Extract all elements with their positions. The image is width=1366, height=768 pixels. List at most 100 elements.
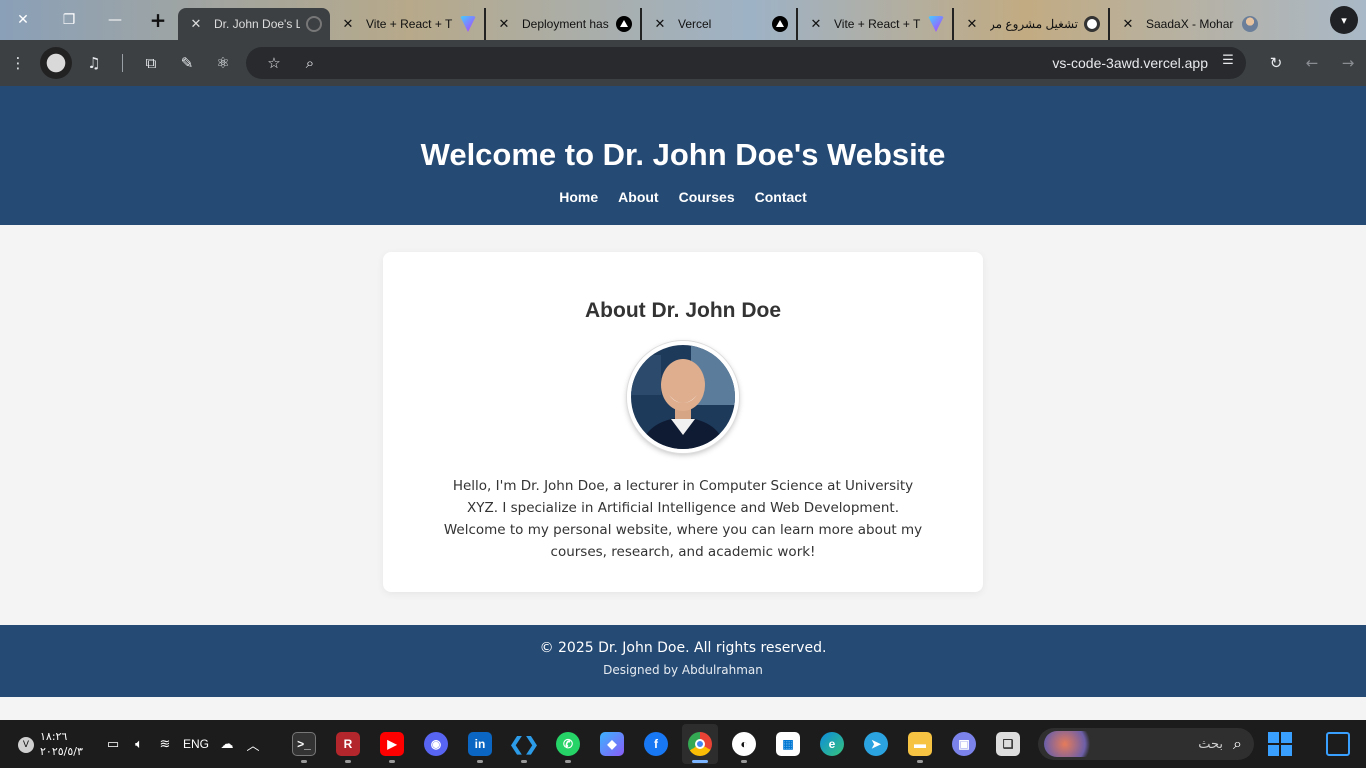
terminal-app[interactable]: >_ xyxy=(286,724,322,764)
file-explorer-app[interactable]: ▬ xyxy=(902,724,938,764)
widgets-icon[interactable] xyxy=(1326,732,1350,756)
menu-dots-icon[interactable]: ⋮ xyxy=(0,45,36,81)
tab-vite-react-2[interactable]: ✕ Vite + React + T xyxy=(798,8,954,40)
discord-app[interactable]: ◉ xyxy=(418,724,454,764)
extension-pen-icon[interactable]: ✎ xyxy=(169,45,205,81)
system-tray: ▭ 🔈︎ ≋ ENG ☁︎ ︿ xyxy=(102,735,264,754)
browser-tab-strip: ✕ ❐ — + ✕ Dr. John Doe's L ✕ Vite + Reac… xyxy=(0,0,1366,40)
nav-link-contact[interactable]: Contact xyxy=(755,189,807,205)
close-tab-icon[interactable]: ✕ xyxy=(338,16,358,32)
close-tab-icon[interactable]: ✕ xyxy=(650,16,670,32)
vite-icon xyxy=(928,16,944,32)
profile-avatar[interactable] xyxy=(40,47,72,79)
teams-app[interactable]: ▣ xyxy=(946,724,982,764)
site-header: Welcome to Dr. John Doe's Website Home A… xyxy=(0,86,1366,225)
github-app[interactable]: ◐ xyxy=(726,724,762,764)
close-window-button[interactable]: ✕ xyxy=(0,0,46,40)
tab-arabic[interactable]: ✕ تشغيل مشروع مر xyxy=(954,8,1110,40)
volume-icon[interactable]: 🔈︎ xyxy=(128,737,150,752)
about-heading: About Dr. John Doe xyxy=(585,299,781,322)
youtube-app[interactable]: ▶ xyxy=(374,724,410,764)
battery-icon[interactable]: ▭ xyxy=(102,737,124,752)
about-bio: Hello, I'm Dr. John Doe, a lecturer in C… xyxy=(443,478,923,560)
taskbar: V ١٨:٢٦ ٢٠٢٥/٥/٣ ▭ 🔈︎ ≋ ENG ☁︎ ︿ >_ R ▶ … xyxy=(0,720,1366,768)
site-nav: Home About Courses Contact xyxy=(0,189,1366,205)
tab-title: Vite + React + T xyxy=(366,17,453,31)
profile-photo xyxy=(627,341,739,453)
vercel-icon xyxy=(616,16,632,32)
winrar-app[interactable]: R xyxy=(330,724,366,764)
notification-badge: V xyxy=(18,737,34,753)
nav-link-home[interactable]: Home xyxy=(559,189,598,205)
tab-title: SaadaX - Mohar xyxy=(1146,17,1234,31)
tab-vercel[interactable]: ✕ Vercel xyxy=(642,8,798,40)
clock-time: ١٨:٢٦ xyxy=(40,730,68,743)
nav-link-about[interactable]: About xyxy=(618,189,658,205)
search-highlight-image xyxy=(1044,731,1096,757)
portrait-image xyxy=(631,345,735,449)
back-arrow-icon[interactable]: ← xyxy=(1294,45,1330,81)
onedrive-icon[interactable]: ☁︎ xyxy=(216,737,238,752)
forward-arrow-icon[interactable]: → xyxy=(1330,45,1366,81)
minimize-window-button[interactable]: — xyxy=(92,0,138,40)
whatsapp-app[interactable]: ✆ xyxy=(550,724,586,764)
tab-title: Vercel xyxy=(678,17,712,31)
linkedin-app[interactable]: in xyxy=(462,724,498,764)
tab-vite-react-1[interactable]: ✕ Vite + React + T xyxy=(330,8,486,40)
address-bar[interactable]: ☆ ⌕ vs-code-3awd.vercel.app ☰ xyxy=(246,47,1246,79)
nav-link-courses[interactable]: Courses xyxy=(679,189,735,205)
browser-toolbar: ⋮ ♫ ⧉ ✎ ⚛ ☆ ⌕ vs-code-3awd.vercel.app ☰ … xyxy=(0,40,1366,86)
close-tab-icon[interactable]: ✕ xyxy=(186,16,206,32)
tab-john-doe[interactable]: ✕ Dr. John Doe's L xyxy=(178,8,330,40)
globe-icon xyxy=(306,16,322,32)
site-footer: © 2025 Dr. John Doe. All rights reserved… xyxy=(0,625,1366,697)
extensions-icon[interactable]: ⧉ xyxy=(133,45,169,81)
close-tab-icon[interactable]: ✕ xyxy=(806,16,826,32)
url-text[interactable]: vs-code-3awd.vercel.app xyxy=(1052,55,1208,71)
task-view-app[interactable]: ❏ xyxy=(990,724,1026,764)
tab-deployment[interactable]: ✕ Deployment has xyxy=(486,8,642,40)
bookmark-star-icon[interactable]: ☆ xyxy=(256,45,292,81)
media-control-icon[interactable]: ♫ xyxy=(76,45,112,81)
copilot-app[interactable]: ◆ xyxy=(594,724,630,764)
tab-title: Vite + React + T xyxy=(834,17,921,31)
search-icon[interactable]: ⌕ xyxy=(292,45,328,81)
search-icon: ⌕ xyxy=(1233,734,1242,753)
restore-window-button[interactable]: ❐ xyxy=(46,0,92,40)
new-tab-button[interactable]: + xyxy=(138,0,178,40)
toolbar-divider xyxy=(122,54,123,72)
navigation-controls: ↻ ← → xyxy=(1258,45,1366,81)
tab-saadax[interactable]: ✕ SaadaX - Mohar xyxy=(1110,8,1266,40)
chrome-app[interactable] xyxy=(682,724,718,764)
facebook-app[interactable]: f xyxy=(638,724,674,764)
site-title: Welcome to Dr. John Doe's Website xyxy=(420,137,946,172)
react-devtools-icon[interactable]: ⚛ xyxy=(205,45,241,81)
taskbar-search[interactable]: بحث ⌕ xyxy=(1038,728,1254,760)
tab-title: Dr. John Doe's L xyxy=(214,17,300,31)
wifi-icon[interactable]: ≋ xyxy=(154,737,176,752)
close-tab-icon[interactable]: ✕ xyxy=(962,16,982,32)
openai-icon xyxy=(1084,16,1100,32)
clock-date: ٢٠٢٥/٥/٣ xyxy=(40,745,83,758)
tab-search-button[interactable]: ▾ xyxy=(1330,6,1358,34)
close-tab-icon[interactable]: ✕ xyxy=(494,16,514,32)
vercel-icon xyxy=(772,16,788,32)
microsoft-store-app[interactable]: ▦ xyxy=(770,724,806,764)
start-button[interactable] xyxy=(1268,732,1292,756)
close-tab-icon[interactable]: ✕ xyxy=(1118,16,1138,32)
tab-title: تشغيل مشروع مر xyxy=(990,17,1078,31)
search-placeholder: بحث xyxy=(1198,736,1224,752)
vscode-app[interactable]: ❮❯ xyxy=(506,724,542,764)
chevron-up-icon[interactable]: ︿ xyxy=(242,735,264,754)
site-settings-icon[interactable]: ☰ xyxy=(1218,53,1238,73)
tab-title: Deployment has xyxy=(522,17,609,31)
telegram-app[interactable]: ➤ xyxy=(858,724,894,764)
designer-credit: Designed by Abdulrahman xyxy=(603,663,763,677)
language-indicator[interactable]: ENG xyxy=(180,737,212,751)
clock[interactable]: V ١٨:٢٦ ٢٠٢٥/٥/٣ xyxy=(0,729,84,759)
edge-app[interactable]: e xyxy=(814,724,850,764)
about-card: About Dr. John Doe Hello, I'm Dr. John D… xyxy=(383,252,983,592)
pinned-apps: >_ R ▶ ◉ in ❮❯ ✆ ◆ f ◐ ▦ e ➤ ▬ ▣ ❏ xyxy=(286,720,1026,768)
reload-icon[interactable]: ↻ xyxy=(1258,45,1294,81)
web-page: Welcome to Dr. John Doe's Website Home A… xyxy=(0,86,1366,720)
